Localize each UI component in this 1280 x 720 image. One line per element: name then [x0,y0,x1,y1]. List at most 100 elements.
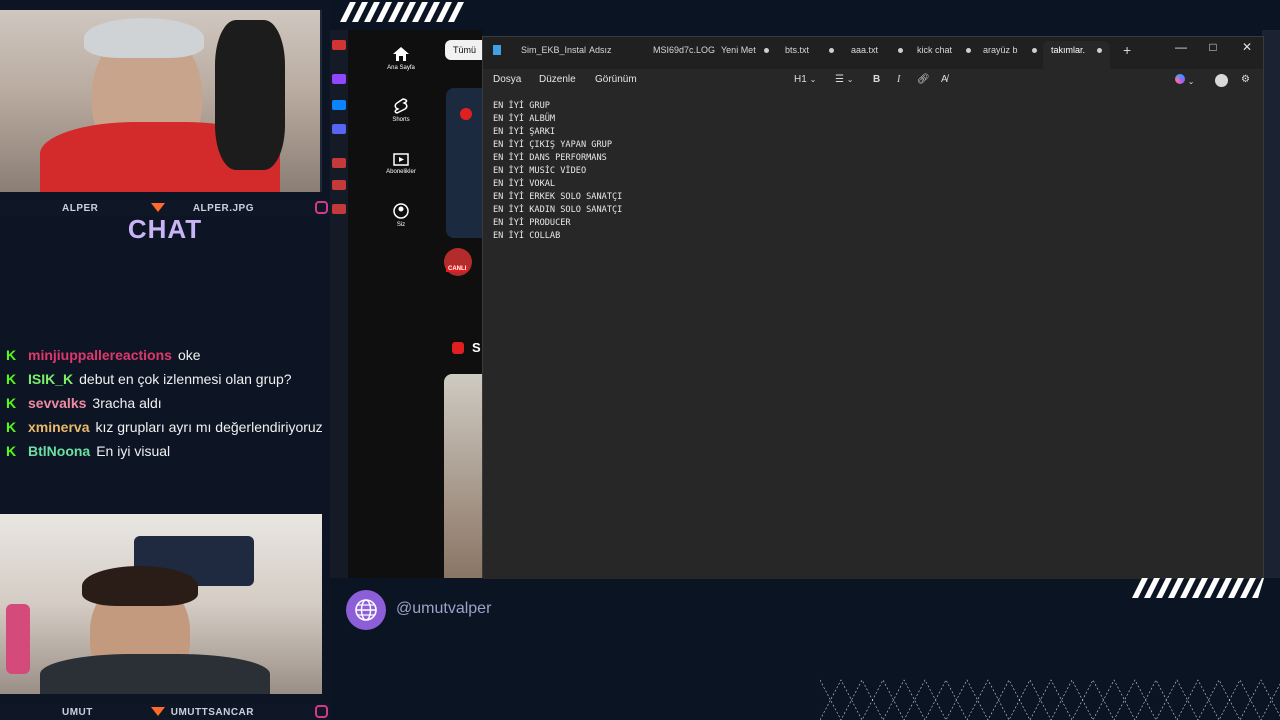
unsaved-dot-icon [898,48,904,54]
tab[interactable]: Adsız [589,45,612,65]
text-line: EN İYİ PRODUCER [493,218,571,228]
nav-shorts[interactable]: Shorts [376,98,426,123]
chat-username[interactable]: minjiuppallereactions [28,347,172,363]
chat-message: K BtlNoona En iyi visual [6,442,324,460]
top-webcam-feed [0,10,322,192]
youtube-content: CANLI S [444,30,482,578]
nav-home[interactable]: Ana Sayfa [376,46,426,71]
kick-icon: K [6,443,17,459]
tab-active[interactable]: takımlar. [1043,41,1111,69]
microphone-arm [6,604,30,674]
tab[interactable]: aaa.txt [851,45,904,65]
text-line: EN İYİ MUSİC VİDEO [493,166,587,176]
unsaved-dot-icon [966,48,972,54]
chat-message: Kxminerva kız grupları ayrı mı değerlendi… [6,418,324,436]
app-icon[interactable] [332,40,346,50]
section-title: S [472,340,481,355]
unsaved-dot-icon [1097,48,1103,54]
maximize-button[interactable]: □ [1203,40,1223,54]
nav-shorts-label: Shorts [392,117,410,123]
globe-icon [346,590,386,630]
chat-title: CHAT [127,214,203,244]
menu-edit[interactable]: Düzenle [539,74,576,85]
history-icon[interactable] [332,180,346,190]
kick-icon: K [6,347,17,363]
list-dropdown[interactable]: ☰ ⌄ [835,74,853,85]
bottom-cam-namebar: UMUT UMUTTSANCAR [0,704,330,720]
tab[interactable]: kick chat [917,45,972,65]
bold-button[interactable]: B [873,74,880,85]
notepad-tab-bar: Sim_EKB_Instal Adsız MSI69d7c.LOG Yeni M… [483,37,1263,69]
bottom-cam-left-name: UMUT [62,706,93,718]
messenger-icon[interactable] [332,100,346,110]
chat-messages: Kminjiuppallereactions oke K ISIK_K debut e… [6,346,324,466]
chevron-down-icon: ⌄ [809,75,817,84]
instagram-icon [315,201,328,214]
chat-message: Kminjiuppallereactions oke [6,346,324,364]
filter-chip-all[interactable]: Tümü [445,40,483,60]
tab[interactable]: MSI69d7c.LOG [653,45,715,65]
notepad-menu-bar: Dosya Düzenle Görünüm H1 ⌄ ☰ ⌄ B I 🔗︎ A̸… [483,69,1263,93]
chat-username[interactable]: xminerva [28,419,89,435]
menu-view[interactable]: Görünüm [595,74,637,85]
live-badge: CANLI [446,266,469,272]
new-tab-button[interactable]: + [1123,42,1131,62]
twitch-icon[interactable] [332,74,346,84]
chat-text: oke [177,347,201,363]
bottom-webcam-feed [0,514,322,694]
link-icon[interactable]: 🔗︎ [917,74,930,85]
text-line: EN İYİ GRUP [493,101,550,111]
close-button[interactable]: ✕ [1237,40,1257,54]
menu-file[interactable]: Dosya [493,74,521,85]
triangle-icon [151,203,165,212]
text-line: EN İYİ KADIN SOLO SANATÇI [493,205,623,215]
chevron-down-icon: ⌄ [846,75,854,84]
text-line: EN İYİ COLLAB [493,231,561,241]
gear-icon[interactable] [332,204,346,214]
diamond-pattern-decoration [820,679,1280,720]
list-icon: ☰ [835,74,844,85]
social-handle-text: @umutvalper [396,600,492,617]
unsaved-dot-icon [829,48,835,54]
nav-account[interactable]: Siz [376,203,426,228]
notepad-window: Sim_EKB_Instal Adsız MSI69d7c.LOG Yeni M… [482,36,1264,579]
copilot-icon [1175,74,1185,84]
shorts-section-icon [452,342,464,354]
settings-gear-icon[interactable]: ⚙ [1241,74,1250,85]
nav-home-label: Ana Sayfa [387,65,415,71]
tab[interactable]: Yeni Met [721,45,769,65]
discord-icon[interactable] [332,124,346,134]
record-icon[interactable] [332,158,346,168]
top-cam-right-name: ALPER.JPG [192,202,254,214]
subscriptions-icon [393,153,409,166]
shorts-thumbnail[interactable] [444,374,482,578]
italic-button[interactable]: I [897,74,900,85]
chat-username[interactable]: ISIK_K [28,371,73,387]
notepad-text-area[interactable]: EN İYİ GRUP EN İYİ ALBÜM EN İYİ ŞARKI EN… [483,93,1263,579]
chat-username[interactable]: sevvalks [28,395,86,411]
clear-format-icon[interactable]: A̸ [941,74,948,85]
chat-username[interactable]: BtlNoona [28,443,90,459]
minimize-button[interactable]: — [1171,40,1191,54]
shorts-icon [394,98,408,114]
nav-subscriptions[interactable]: Abonelikler [376,150,426,175]
text-line: EN İYİ ŞARKI [493,127,556,137]
copilot-dropdown[interactable]: ⌄ [1175,74,1194,87]
chat-text: kız grupları ayrı mı değerlendiriyoruz [95,419,323,435]
tab[interactable]: bts.txt [785,45,835,65]
stripes-decoration [340,2,464,22]
tab-label: arayüz b [983,45,1018,55]
tab[interactable]: arayüz b [983,45,1037,65]
account-icon [393,203,409,219]
heading-dropdown[interactable]: H1 ⌄ [794,74,816,85]
account-icon[interactable] [1215,74,1228,90]
streamer-hair [84,18,204,58]
heading-label: H1 [794,74,807,85]
tab-label: bts.txt [785,45,810,55]
tab[interactable]: Sim_EKB_Instal [521,45,586,65]
dark-shirt [40,654,270,694]
tab-label: kick chat [917,45,953,55]
chevron-down-icon: ⌄ [1187,77,1195,86]
background-window-edge [1262,30,1280,578]
nav-subscriptions-label: Abonelikler [386,169,416,175]
